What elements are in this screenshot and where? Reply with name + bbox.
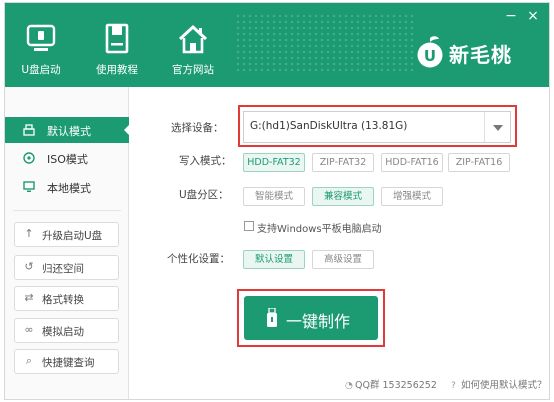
header-decoration	[235, 13, 415, 73]
footer-qq-text: QQ群 153256252	[355, 380, 437, 391]
nav-official-site-label: 官方网站	[172, 64, 214, 76]
search-icon: ⌕	[25, 354, 33, 367]
partition-smart-mode[interactable]: 智能模式	[243, 187, 305, 206]
logo-letter: U	[424, 47, 436, 65]
format-convert-button[interactable]: ⇄ 格式转换	[14, 286, 119, 311]
simulate-boot-label: 模拟启动	[42, 326, 84, 338]
one-click-make-button[interactable]: 一键制作	[244, 296, 378, 340]
nav-usb-boot-label: U盘启动	[21, 64, 61, 76]
restore-space-label: 归还空间	[42, 263, 84, 275]
upgrade-usb-button[interactable]: ↑ 升级启动U盘	[14, 222, 119, 247]
nav-tutorial-label: 使用教程	[96, 64, 138, 76]
windows-tablet-label: 支持Windows平板电脑启动	[257, 224, 382, 235]
hotkey-lookup-label: 快捷键查询	[42, 357, 95, 369]
book-icon	[105, 23, 129, 54]
partition-compatible-mode[interactable]: 兼容模式	[312, 187, 374, 206]
write-mode-zip-fat16[interactable]: ZIP-FAT16	[448, 153, 510, 172]
chevron-down-icon[interactable]	[484, 112, 510, 142]
disc-icon	[23, 152, 35, 164]
nav-tutorial[interactable]: 使用教程	[85, 3, 149, 87]
sidebar-item-label: 本地模式	[47, 182, 91, 195]
monitor-icon	[23, 181, 35, 192]
minimize-button[interactable]: −	[503, 9, 519, 23]
upgrade-usb-label: 升级启动U盘	[42, 230, 103, 242]
header-bar: U盘启动 使用教程 官方网站 − × U 新毛桃	[5, 3, 549, 87]
windows-tablet-checkbox[interactable]	[244, 221, 254, 231]
footer-help-link[interactable]: ? 如何使用默认模式？	[451, 377, 547, 391]
peach-logo-icon: U	[417, 36, 443, 68]
partition-label: U盘分区：	[179, 189, 229, 201]
sidebar-item-iso-mode[interactable]: ISO模式	[5, 145, 129, 171]
device-select[interactable]: G:(hd1)SanDiskUltra (13.81G)	[243, 111, 511, 143]
sidebar: 默认模式 ISO模式 本地模式 ↑ 升级启动U盘 ↺ 归还空间 ⇄ 格式转换 ∞…	[5, 87, 129, 399]
usb-stick-icon	[267, 308, 277, 327]
sidebar-item-label: 默认模式	[47, 125, 91, 138]
arrow-up-icon: ↑	[24, 227, 34, 240]
hotkey-lookup-button[interactable]: ⌕ 快捷键查询	[14, 349, 119, 374]
write-mode-hdd-fat32[interactable]: HDD-FAT32	[243, 153, 305, 172]
write-mode-zip-fat32[interactable]: ZIP-FAT32	[312, 153, 374, 172]
usb-drive-icon	[23, 124, 35, 136]
qq-icon: ◔	[345, 381, 353, 391]
close-button[interactable]: ×	[525, 9, 541, 23]
sidebar-divider	[13, 210, 121, 211]
restore-space-button[interactable]: ↺ 归还空间	[14, 255, 119, 280]
footer-qq-group: ◔ QQ群 153256252	[345, 377, 437, 391]
write-mode-hdd-fat16[interactable]: HDD-FAT16	[381, 153, 443, 172]
home-icon	[178, 24, 208, 54]
advanced-settings-button[interactable]: 高级设置	[312, 250, 374, 269]
device-label: 选择设备：	[171, 122, 224, 134]
simulate-boot-button[interactable]: ∞ 模拟启动	[14, 318, 119, 343]
write-mode-label: 写入模式：	[179, 155, 232, 167]
one-click-make-label: 一键制作	[286, 312, 351, 331]
usb-monitor-icon	[26, 24, 56, 51]
partition-enhanced-mode[interactable]: 增强模式	[381, 187, 443, 206]
format-convert-label: 格式转换	[42, 294, 84, 306]
customize-label: 个性化设置：	[167, 253, 230, 265]
restore-icon: ↺	[24, 260, 34, 273]
footer-help-text: 如何使用默认模式？	[461, 380, 547, 391]
sidebar-item-label: ISO模式	[47, 153, 88, 166]
brand-name: 新毛桃	[449, 43, 512, 67]
swap-icon: ⇄	[24, 291, 34, 304]
sidebar-item-default-mode[interactable]: 默认模式	[5, 117, 129, 143]
default-settings-button[interactable]: 默认设置	[243, 250, 305, 269]
sidebar-item-local-mode[interactable]: 本地模式	[5, 174, 129, 200]
nav-official-site[interactable]: 官方网站	[161, 3, 225, 87]
nav-usb-boot[interactable]: U盘启动	[9, 3, 73, 87]
app-window: U盘启动 使用教程 官方网站 − × U 新毛桃 默认模式 ISO模式 本地模式…	[4, 2, 550, 400]
link-icon: ∞	[24, 323, 34, 336]
help-icon: ?	[451, 381, 456, 391]
device-select-value: G:(hd1)SanDiskUltra (13.81G)	[250, 120, 408, 132]
